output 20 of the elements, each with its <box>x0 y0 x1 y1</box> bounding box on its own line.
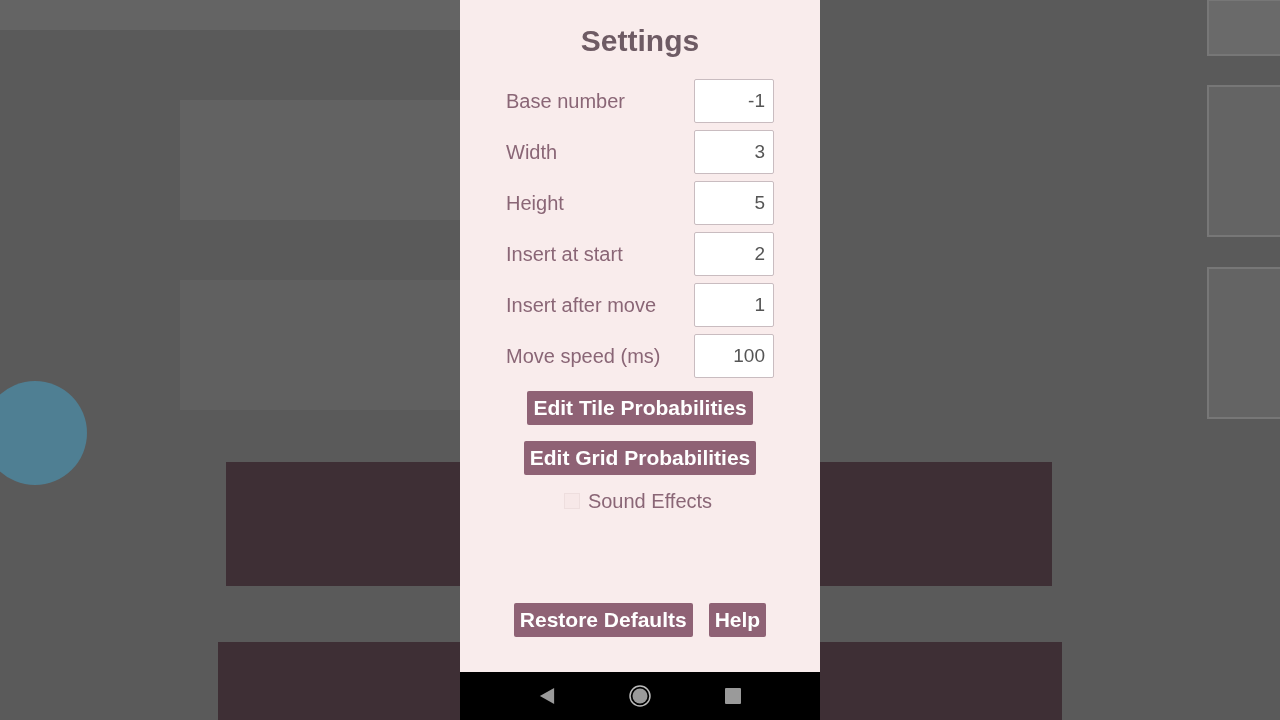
input-field[interactable]: 3 <box>694 130 774 174</box>
input-field[interactable]: 5 <box>694 181 774 225</box>
input-field[interactable]: 2 <box>694 232 774 276</box>
restore-button[interactable]: Restore Defaults <box>513 603 693 637</box>
checkbox-label: Sound Effects <box>587 489 713 513</box>
help-button[interactable]: Help <box>708 603 767 637</box>
field-label: Height <box>506 191 564 215</box>
field-label: Move speed (ms) <box>506 344 661 368</box>
field-label: Insert after move <box>506 293 657 317</box>
screen-title: Settings <box>580 24 700 59</box>
input-field[interactable]: -1 <box>694 79 774 123</box>
home-icon[interactable] <box>629 685 651 707</box>
field-label: Base number <box>506 89 625 113</box>
field-label: Insert at start <box>506 242 623 266</box>
back-icon[interactable] <box>539 688 555 704</box>
input-field[interactable]: 100 <box>694 334 774 378</box>
field-label: Width <box>506 140 558 164</box>
input-field[interactable]: 1 <box>694 283 774 327</box>
edit-button[interactable]: Edit Tile Probabilities <box>527 391 753 425</box>
edit-button[interactable]: Edit Grid Probabilities <box>523 441 757 475</box>
